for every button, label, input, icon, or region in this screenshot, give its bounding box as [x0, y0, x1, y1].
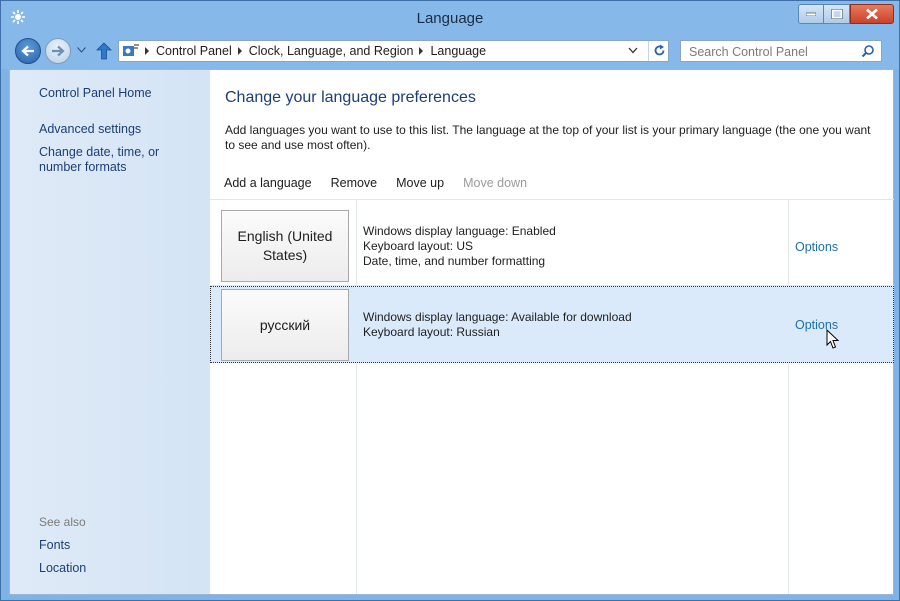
sidebar-link-advanced-settings[interactable]: Advanced settings — [39, 122, 141, 137]
search-input[interactable]: Search Control Panel — [689, 45, 808, 59]
up-arrow-icon[interactable] — [96, 42, 112, 60]
formatting-info: Date, time, and number formatting — [363, 254, 546, 268]
refresh-icon — [654, 44, 665, 56]
sidebar-link-fonts[interactable]: Fonts — [39, 538, 70, 553]
language-details: Windows display language: Enabled Keyboa… — [363, 224, 556, 269]
options-link[interactable]: Options — [795, 240, 838, 254]
breadcrumb-separator-icon[interactable] — [145, 47, 149, 55]
keyboard-layout: Keyboard layout: Russian — [363, 325, 500, 339]
language-window: Language Control Panel Clock, Language, … — [0, 0, 900, 601]
minimize-button[interactable] — [798, 4, 824, 24]
recent-locations-chevron-icon[interactable] — [77, 47, 86, 53]
breadcrumb-control-panel[interactable]: Control Panel — [156, 44, 232, 58]
close-icon — [866, 8, 878, 20]
address-bar[interactable]: Control Panel Clock, Language, and Regio… — [118, 40, 669, 62]
mouse-pointer-icon — [826, 329, 840, 349]
sidebar-link-location[interactable]: Location — [39, 561, 86, 576]
keyboard-layout: Keyboard layout: US — [363, 239, 474, 253]
display-language-status: Windows display language: Enabled — [363, 224, 556, 238]
minimize-icon — [806, 12, 816, 16]
add-language-button[interactable]: Add a language — [224, 176, 312, 190]
sidebar: Control Panel Home Advanced settings Cha… — [10, 70, 210, 594]
search-icon[interactable] — [861, 44, 875, 58]
language-name-button[interactable]: русский — [221, 289, 349, 361]
window-title: Language — [416, 10, 484, 27]
language-list: English (United States) Windows display … — [210, 199, 894, 594]
main-panel: Change your language preferences Add lan… — [210, 70, 894, 594]
search-box[interactable]: Search Control Panel — [680, 40, 882, 62]
page-description: Add languages you want to use to this li… — [225, 123, 871, 152]
breadcrumb-separator-icon[interactable] — [419, 47, 424, 55]
sidebar-link-change-date-time-formats[interactable]: Change date, time, or number formats — [39, 145, 204, 175]
forward-arrow-icon — [52, 45, 65, 57]
sidebar-link-control-panel-home[interactable]: Control Panel Home — [39, 86, 152, 101]
address-dropdown-chevron-icon[interactable] — [628, 47, 638, 54]
language-name-button[interactable]: English (United States) — [221, 210, 349, 282]
back-arrow-icon — [21, 45, 34, 57]
move-down-button[interactable]: Move down — [463, 176, 527, 190]
page-title: Change your language preferences — [225, 89, 476, 106]
maximize-button[interactable] — [824, 4, 850, 24]
breadcrumb-separator-icon[interactable] — [237, 47, 242, 55]
see-also-heading: See also — [39, 515, 86, 529]
maximize-icon — [831, 9, 842, 19]
content-area: Control Panel Home Advanced settings Cha… — [9, 69, 894, 595]
language-row-english[interactable]: English (United States) Windows display … — [210, 200, 894, 286]
breadcrumb-clock-language-region[interactable]: Clock, Language, and Region — [249, 44, 414, 58]
language-details: Windows display language: Available for … — [363, 310, 632, 340]
language-toolbar: Add a language Remove Move up Move down — [224, 176, 546, 190]
display-language-status: Windows display language: Available for … — [363, 310, 632, 324]
close-button[interactable] — [850, 4, 894, 24]
move-up-button[interactable]: Move up — [396, 176, 444, 190]
navigation-bar: Control Panel Clock, Language, and Regio… — [1, 35, 899, 69]
forward-button[interactable] — [45, 38, 71, 64]
language-row-russian[interactable]: русский Windows display language: Availa… — [210, 286, 894, 363]
breadcrumb-language[interactable]: Language — [430, 44, 486, 58]
remove-button[interactable]: Remove — [331, 176, 378, 190]
refresh-button[interactable] — [648, 41, 669, 61]
back-button[interactable] — [15, 38, 41, 64]
title-bar[interactable]: Language — [1, 1, 899, 35]
breadcrumb: Control Panel Clock, Language, and Regio… — [145, 44, 486, 58]
control-panel-location-icon — [123, 44, 139, 56]
